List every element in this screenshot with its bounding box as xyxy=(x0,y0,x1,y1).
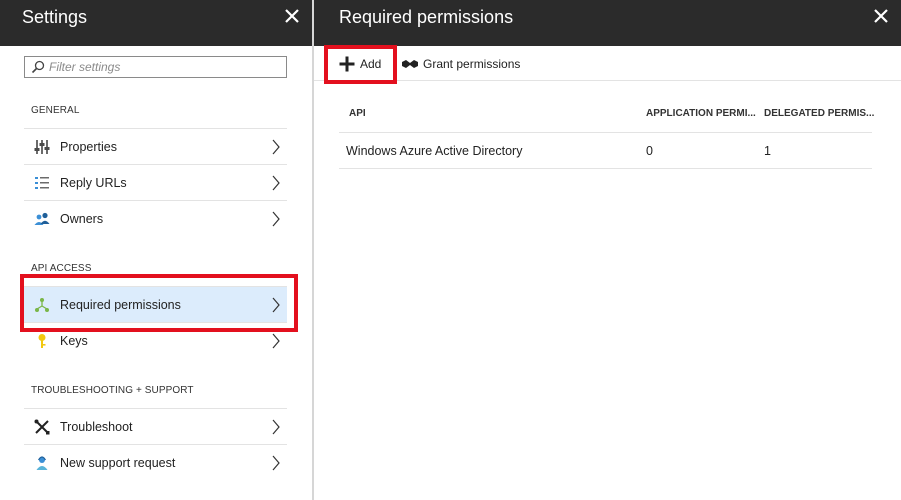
chevron-right-icon xyxy=(272,211,280,227)
nav-item-label: New support request xyxy=(60,456,176,470)
properties-icon xyxy=(34,140,50,154)
required-permissions-blade: Required permissions Add Grant permissio… xyxy=(314,0,901,500)
owners-icon xyxy=(34,212,50,225)
cell-application-permissions: 0 xyxy=(646,144,653,158)
chevron-right-icon xyxy=(272,175,280,191)
key-icon xyxy=(38,334,46,348)
nav-item-label: Required permissions xyxy=(60,298,181,312)
chevron-right-icon xyxy=(272,297,280,313)
filter-settings-input[interactable] xyxy=(49,59,279,75)
settings-header: Settings xyxy=(0,0,312,46)
nav-item-new-support-request[interactable]: New support request xyxy=(24,444,287,480)
nav-item-label: Reply URLs xyxy=(60,176,127,190)
required-permissions-header: Required permissions xyxy=(314,0,901,46)
handshake-icon xyxy=(402,60,418,68)
nav-item-troubleshoot[interactable]: Troubleshoot xyxy=(24,408,287,444)
toolbar: Add Grant permissions xyxy=(314,46,901,81)
column-header-delegated-permissions[interactable]: DELEGATED PERMIS... xyxy=(764,108,874,119)
tools-icon xyxy=(34,419,50,435)
required-permissions-title: Required permissions xyxy=(339,7,514,27)
settings-blade: Settings GENERAL Properties Reply URLs xyxy=(0,0,312,500)
chevron-right-icon xyxy=(272,455,280,471)
list-icon xyxy=(35,177,49,189)
add-button-label: Add xyxy=(360,57,382,71)
chevron-right-icon xyxy=(272,419,280,435)
filter-settings-field[interactable] xyxy=(24,56,287,78)
nav-item-label: Properties xyxy=(60,140,117,154)
nav-item-label: Keys xyxy=(60,334,88,348)
section-general: GENERAL xyxy=(31,105,80,116)
support-person-icon xyxy=(36,456,48,470)
nav-item-label: Owners xyxy=(60,212,104,226)
section-troubleshooting: TROUBLESHOOTING + SUPPORT xyxy=(31,385,194,396)
table-row[interactable]: Windows Azure Active Directory 0 1 xyxy=(339,133,872,169)
chevron-right-icon xyxy=(272,139,280,155)
column-header-application-permissions[interactable]: APPLICATION PERMI... xyxy=(646,108,756,119)
grant-permissions-button[interactable]: Grant permissions xyxy=(401,52,531,76)
close-icon[interactable] xyxy=(282,6,302,26)
settings-title: Settings xyxy=(22,7,88,27)
chevron-right-icon xyxy=(272,333,280,349)
nav-item-label: Troubleshoot xyxy=(60,420,133,434)
column-header-api[interactable]: API xyxy=(349,108,366,119)
cell-api-name: Windows Azure Active Directory xyxy=(346,144,523,158)
add-button[interactable]: Add xyxy=(334,52,386,76)
search-icon xyxy=(31,60,45,74)
plus-icon xyxy=(339,56,355,72)
cell-delegated-permissions: 1 xyxy=(764,144,771,158)
nav-item-keys[interactable]: Keys xyxy=(24,322,287,358)
nav-item-properties[interactable]: Properties xyxy=(24,128,287,164)
grant-permissions-label: Grant permissions xyxy=(423,57,521,71)
section-api-access: API ACCESS xyxy=(31,263,92,274)
nav-item-required-permissions[interactable]: Required permissions xyxy=(24,286,287,322)
nav-item-reply-urls[interactable]: Reply URLs xyxy=(24,164,287,200)
permissions-icon xyxy=(35,298,49,312)
close-icon[interactable] xyxy=(871,6,891,26)
nav-item-owners[interactable]: Owners xyxy=(24,200,287,236)
